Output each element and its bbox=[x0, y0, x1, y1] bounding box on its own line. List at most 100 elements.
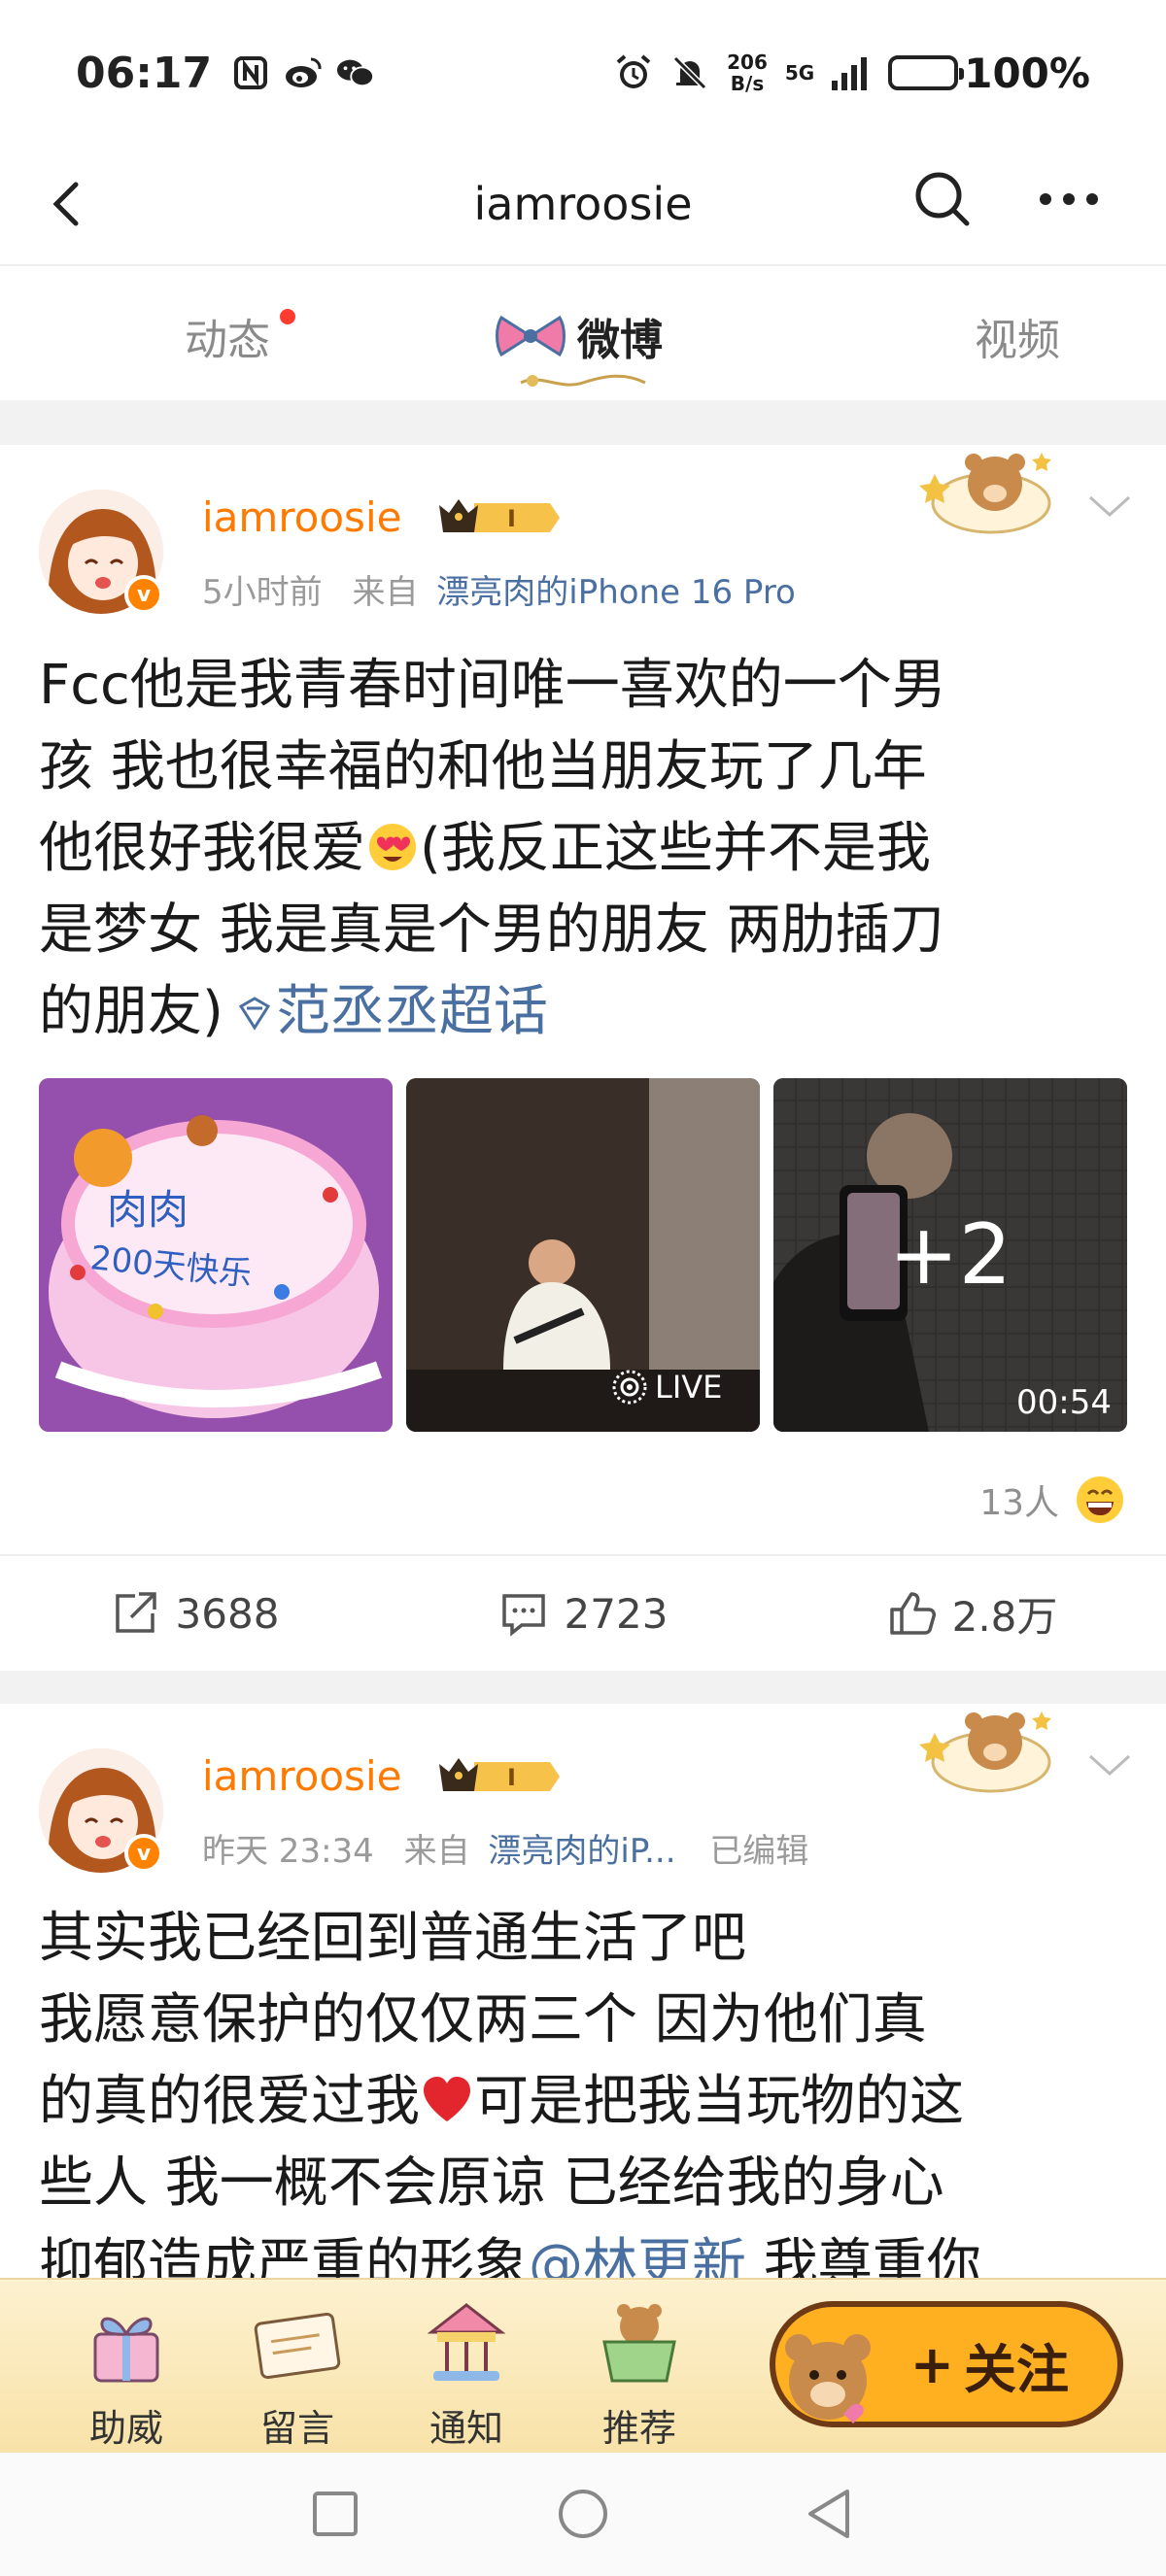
weibo-post[interactable]: v iamroosie I 昨天 23:34 来自 漂亮肉的iP... 已编辑 … bbox=[0, 1704, 1166, 2296]
post-username[interactable]: iamroosie bbox=[202, 1752, 401, 1800]
search-button[interactable] bbox=[909, 165, 977, 233]
live-label: LIVE bbox=[655, 1369, 723, 1406]
message-button[interactable]: 留言 bbox=[229, 2293, 365, 2452]
post-source[interactable]: 漂亮肉的iPhone 16 Pro bbox=[436, 573, 796, 612]
post-text-line: 我愿意保护的仅仅两三个 因为他们真 bbox=[39, 1988, 927, 2051]
post-username[interactable]: iamroosie bbox=[202, 493, 401, 541]
heart-eyes-emoji-icon bbox=[369, 824, 416, 870]
home-circle-icon[interactable] bbox=[549, 2480, 617, 2548]
video-duration: 00:54 bbox=[1016, 1383, 1112, 1422]
post-text-segment: 他很好我很爱 bbox=[39, 817, 365, 880]
red-heart-emoji-icon bbox=[424, 2077, 470, 2121]
carousel-icon bbox=[427, 2303, 506, 2381]
nfc-icon bbox=[231, 53, 270, 92]
comment-button[interactable]: 2723 bbox=[389, 1556, 777, 1671]
post-text-line: 他很好我很爱 (我反正这些并不是我 bbox=[39, 808, 1137, 890]
recommend-button[interactable]: 推荐 bbox=[571, 2293, 707, 2452]
net-speed-value: 206 bbox=[727, 51, 768, 74]
weibo-post[interactable]: v iamroosie I 5小时前 来自 漂亮肉的iPhone 16 Pro … bbox=[0, 445, 1166, 1671]
tab-video[interactable]: 视频 bbox=[975, 305, 1060, 367]
verified-badge-icon: v bbox=[124, 575, 163, 614]
more-button[interactable] bbox=[1030, 165, 1108, 233]
mute-bell-icon bbox=[670, 53, 709, 92]
post-text-segment: 的朋友) bbox=[39, 980, 223, 1043]
post-text-line: Fcc他是我青春时间唯一喜欢的一个男 bbox=[39, 654, 946, 717]
chevron-down-icon[interactable] bbox=[1086, 491, 1133, 521]
cheer-label: 助威 bbox=[88, 2407, 163, 2450]
post-actions: 3688 2723 2.8万 bbox=[0, 1554, 1166, 1671]
post-image-grid: 肉肉 200天快乐 LIVE +2 00:54 bbox=[39, 1078, 1127, 1432]
post-source-prefix: 来自 bbox=[403, 1832, 470, 1871]
back-triangle-icon[interactable] bbox=[797, 2480, 865, 2548]
battery-indicator: 100% bbox=[888, 50, 1090, 97]
battery-icon bbox=[888, 55, 965, 90]
like-button[interactable]: 2.8万 bbox=[777, 1556, 1166, 1671]
cake-text-1: 肉肉 bbox=[107, 1186, 189, 1234]
post-image-more[interactable]: +2 00:54 bbox=[773, 1078, 1127, 1432]
profile-title: iamroosie bbox=[473, 178, 693, 230]
recents-square-icon[interactable] bbox=[301, 2480, 369, 2548]
alarm-icon bbox=[614, 53, 653, 92]
system-nav-bar bbox=[0, 2453, 1166, 2576]
status-right: 206 B/s 5G 100% bbox=[614, 50, 1090, 97]
post-text-segment: (我反正这些并不是我 bbox=[420, 817, 931, 880]
status-bar: 06:17 206 B/s 5G 100% bbox=[0, 0, 1166, 146]
letter-card-icon bbox=[254, 2312, 341, 2380]
thumbs-up-icon bbox=[889, 1592, 936, 1635]
tab-weibo[interactable]: 微博 bbox=[496, 305, 663, 367]
post-image-live[interactable]: LIVE bbox=[406, 1078, 760, 1432]
post-text-line: 的真的很爱过我 可是把我当玩物的这 bbox=[39, 2061, 1137, 2143]
post-content: 其实我已经回到普通生活了吧 我愿意保护的仅仅两三个 因为他们真 的真的很爱过我可… bbox=[39, 1898, 1137, 2306]
like-count: 2.8万 bbox=[951, 1592, 1058, 1641]
reaction-summary[interactable]: 13人 bbox=[979, 1473, 1127, 1527]
follow-label: 关注 bbox=[964, 2338, 1069, 2400]
vip-crown-icon[interactable]: I bbox=[435, 1754, 562, 1799]
message-label: 留言 bbox=[259, 2407, 334, 2450]
gift-box-icon bbox=[93, 2317, 159, 2383]
reaction-count: 13人 bbox=[979, 1483, 1059, 1523]
bear-mascot-icon bbox=[785, 2334, 871, 2423]
more-dots-icon bbox=[1040, 193, 1098, 205]
network-type: 5G bbox=[784, 61, 815, 85]
recommend-label: 推荐 bbox=[601, 2407, 676, 2450]
repost-button[interactable]: 3688 bbox=[0, 1556, 389, 1671]
follow-plus-icon: + bbox=[909, 2333, 954, 2395]
cheer-button[interactable]: 助威 bbox=[58, 2293, 194, 2452]
supertopic-link[interactable]: 范丞丞超话 bbox=[223, 980, 548, 1043]
post-source-prefix: 来自 bbox=[352, 573, 419, 612]
net-speed-unit: B/s bbox=[730, 72, 765, 95]
post-meta: 昨天 23:34 来自 漂亮肉的iP... 已编辑 bbox=[202, 1824, 808, 1872]
status-time: 06:17 bbox=[76, 48, 213, 98]
post-source[interactable]: 漂亮肉的iP... bbox=[488, 1832, 675, 1871]
vip-crown-icon[interactable]: I bbox=[435, 495, 562, 540]
post-text-line: 些人 我一概不会原谅 已经给我的身心 bbox=[39, 2152, 944, 2215]
notification-label: 通知 bbox=[429, 2407, 503, 2450]
post-image-cake[interactable]: 肉肉 200天快乐 bbox=[39, 1078, 393, 1432]
chevron-down-icon[interactable] bbox=[1086, 1750, 1133, 1779]
diamond-icon bbox=[238, 997, 270, 1031]
tab-active-underline bbox=[520, 374, 646, 387]
edited-label[interactable]: 已编辑 bbox=[709, 1832, 808, 1871]
notification-dot bbox=[280, 309, 295, 324]
supertopic-label: 范丞丞超话 bbox=[275, 980, 548, 1043]
back-button[interactable] bbox=[39, 175, 97, 233]
notification-button[interactable]: 通知 bbox=[398, 2293, 534, 2452]
post-text-line: 的朋友) 范丞丞超话 bbox=[39, 971, 1137, 1053]
tab-dynamics-label: 动态 bbox=[185, 316, 270, 365]
bear-sticker-icon bbox=[919, 1712, 1051, 1793]
tab-dynamics[interactable]: 动态 bbox=[185, 305, 295, 367]
post-text-line: 孩 我也很幸福的和他当朋友玩了几年 bbox=[39, 735, 927, 798]
post-time: 昨天 23:34 bbox=[202, 1832, 374, 1871]
comment-count: 2723 bbox=[564, 1589, 669, 1638]
post-content: Fcc他是我青春时间唯一喜欢的一个男 孩 我也很幸福的和他当朋友玩了几年 他很好… bbox=[39, 645, 1137, 1053]
battery-percent: 100% bbox=[964, 49, 1090, 97]
top-navbar: iamroosie bbox=[0, 146, 1166, 262]
verified-badge-icon: v bbox=[124, 1834, 163, 1873]
profile-tabs: 动态 微博 视频 bbox=[0, 264, 1166, 400]
grin-emoji-icon bbox=[1077, 1476, 1123, 1523]
post-text-segment: 的真的很爱过我 bbox=[39, 2070, 420, 2133]
follow-button[interactable]: + 关注 bbox=[770, 2301, 1123, 2427]
more-images-overlay[interactable]: +2 bbox=[773, 1078, 1127, 1432]
bear-basket-icon bbox=[602, 2304, 676, 2383]
post-time: 5小时前 bbox=[202, 573, 323, 612]
